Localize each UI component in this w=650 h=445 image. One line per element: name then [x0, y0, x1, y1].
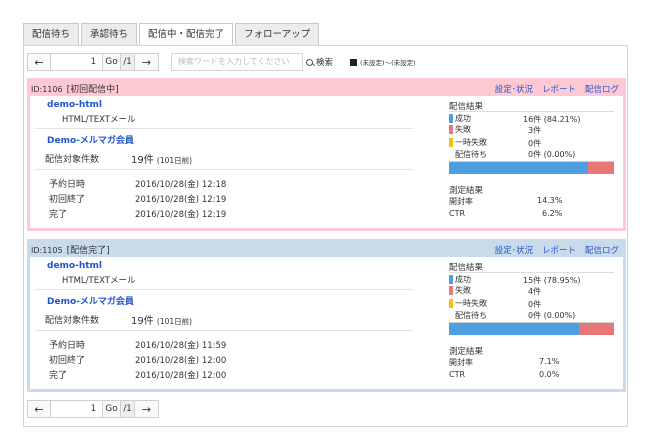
page-total: /1 [121, 400, 135, 418]
target-count-label: 配信対象件数 [45, 155, 100, 165]
tab-bar: 配信待ち 承認待ち 配信中・配信完了 フォローアップ [23, 23, 321, 46]
delivery-result-bar [449, 322, 614, 335]
fail-value: 3件 [528, 126, 542, 135]
first-end-value: 2016/10/28(金) 12:19 [135, 195, 227, 205]
waiting-label: 配信待ち [455, 311, 487, 320]
campaign-format: HTML/TEXTメール [62, 115, 136, 125]
success-label: 成功 [449, 113, 471, 124]
arrow-left-icon: ← [34, 55, 44, 69]
settings-link[interactable]: 設定･状況 [495, 83, 533, 95]
target-count-value: 19件 (101日前) [131, 155, 193, 166]
arrow-left-icon: ← [34, 402, 44, 416]
campaign-group-link[interactable]: Demo-メルマガ会員 [47, 133, 134, 146]
tab-delivering-complete[interactable]: 配信中・配信完了 [139, 23, 234, 46]
success-fill [449, 162, 588, 174]
waiting-value: 0件 (0.00%) [528, 311, 576, 320]
open-rate-label: 開封率 [449, 358, 473, 367]
report-link[interactable]: レポート [542, 244, 576, 256]
waiting-label: 配信待ち [455, 150, 487, 159]
temp-fail-label: 一時失敗 [449, 298, 487, 309]
complete-value: 2016/10/28(金) 12:19 [135, 210, 227, 220]
success-label: 成功 [449, 274, 471, 285]
search-button-label: 検索 [316, 58, 334, 68]
campaign-id: ID:1105 [31, 246, 63, 255]
target-count-label: 配信対象件数 [45, 316, 100, 326]
delivery-log-link[interactable]: 配信ログ [585, 244, 619, 256]
measure-title: 測定結果 [449, 347, 484, 357]
tab-followup[interactable]: フォローアップ [235, 23, 320, 45]
scheduled-value: 2016/10/28(金) 11:59 [135, 341, 227, 351]
go-button[interactable]: Go [103, 400, 121, 418]
next-page-button[interactable]: → [135, 400, 159, 418]
page-total: /1 [121, 53, 135, 71]
page-input[interactable]: 1 [51, 400, 103, 418]
prev-page-button[interactable]: ← [27, 400, 51, 418]
settings-link[interactable]: 設定･状況 [495, 244, 533, 256]
measure-title: 測定結果 [449, 186, 484, 196]
temp-fail-label: 一時失敗 [449, 137, 487, 148]
target-count-value: 19件 (101日前) [131, 316, 193, 327]
tab-waiting[interactable]: 配信待ち [23, 23, 80, 45]
first-end-label: 初回終了 [49, 195, 86, 205]
success-fill [449, 323, 580, 335]
tab-approval[interactable]: 承認待ち [81, 23, 138, 45]
ctr-value: 0.0% [539, 370, 560, 379]
date-range-button[interactable]: (未設定)〜(未設定) [350, 53, 416, 71]
prev-page-button[interactable]: ← [27, 53, 51, 71]
open-rate-label: 開封率 [449, 197, 473, 206]
complete-value: 2016/10/28(金) 12:00 [135, 371, 227, 381]
ctr-label: CTR [449, 370, 466, 379]
campaign-id: ID:1106 [31, 85, 63, 94]
open-rate-value: 14.3% [537, 196, 563, 205]
search-input[interactable]: 検索ワードを入力してください [171, 53, 303, 71]
pager-bottom: ← 1 Go /1 → [27, 400, 159, 418]
delivery-log-link[interactable]: 配信ログ [585, 83, 619, 95]
campaign-name-link[interactable]: demo-html [47, 100, 102, 110]
search-icon [306, 58, 313, 66]
campaign-name-link[interactable]: demo-html [47, 261, 102, 271]
complete-label: 完了 [49, 210, 68, 220]
campaign-id-status: ID:1105 [配信完了] [31, 243, 110, 256]
ctr-label: CTR [449, 209, 466, 218]
delivery-result-bar [449, 161, 614, 174]
pager-top: ← 1 Go /1 → [27, 53, 159, 71]
arrow-right-icon: → [141, 402, 152, 416]
success-value: 16件 (84.21%) [523, 115, 581, 124]
campaign-header: ID:1106 [初回配信中] 設定･状況 レポート 配信ログ [30, 81, 623, 96]
content-area: ← 1 Go /1 → 検索ワードを入力してください 検索 (未設定)〜(未設定… [23, 45, 628, 427]
campaign-format: HTML/TEXTメール [62, 276, 136, 286]
open-rate-value: 7.1% [539, 357, 560, 366]
temp-fail-value: 0件 [528, 300, 542, 309]
scheduled-label: 予約日時 [49, 180, 86, 190]
search-button[interactable]: 検索 [306, 53, 333, 71]
campaign-status: [配信完了] [66, 246, 110, 256]
campaign-group-link[interactable]: Demo-メルマガ会員 [47, 294, 134, 307]
ctr-value: 6.2% [542, 209, 563, 218]
campaign-header: ID:1105 [配信完了] 設定･状況 レポート 配信ログ [30, 242, 623, 257]
complete-label: 完了 [49, 371, 68, 381]
scheduled-value: 2016/10/28(金) 12:18 [135, 180, 227, 190]
page-input[interactable]: 1 [51, 53, 103, 71]
go-button[interactable]: Go [103, 53, 121, 71]
next-page-button[interactable]: → [135, 53, 159, 71]
calendar-icon [350, 58, 357, 66]
waiting-value: 0件 (0.00%) [528, 150, 576, 159]
campaign-status: [初回配信中] [66, 85, 119, 95]
first-end-label: 初回終了 [49, 356, 86, 366]
campaign-panel: ID:1106 [初回配信中] 設定･状況 レポート 配信ログ demo-html… [27, 78, 626, 231]
campaign-panel: ID:1105 [配信完了] 設定･状況 レポート 配信ログ demo-html … [27, 239, 626, 392]
first-end-value: 2016/10/28(金) 12:00 [135, 356, 227, 366]
fail-label: 失敗 [449, 124, 471, 135]
fail-value: 4件 [528, 287, 542, 296]
date-range-label: (未設定)〜(未設定) [360, 59, 416, 67]
temp-fail-value: 0件 [528, 139, 542, 148]
campaign-id-status: ID:1106 [初回配信中] [31, 82, 119, 95]
fail-label: 失敗 [449, 285, 471, 296]
scheduled-label: 予約日時 [49, 341, 86, 351]
arrow-right-icon: → [141, 55, 152, 69]
report-link[interactable]: レポート [542, 83, 576, 95]
success-value: 15件 (78.95%) [523, 276, 581, 285]
